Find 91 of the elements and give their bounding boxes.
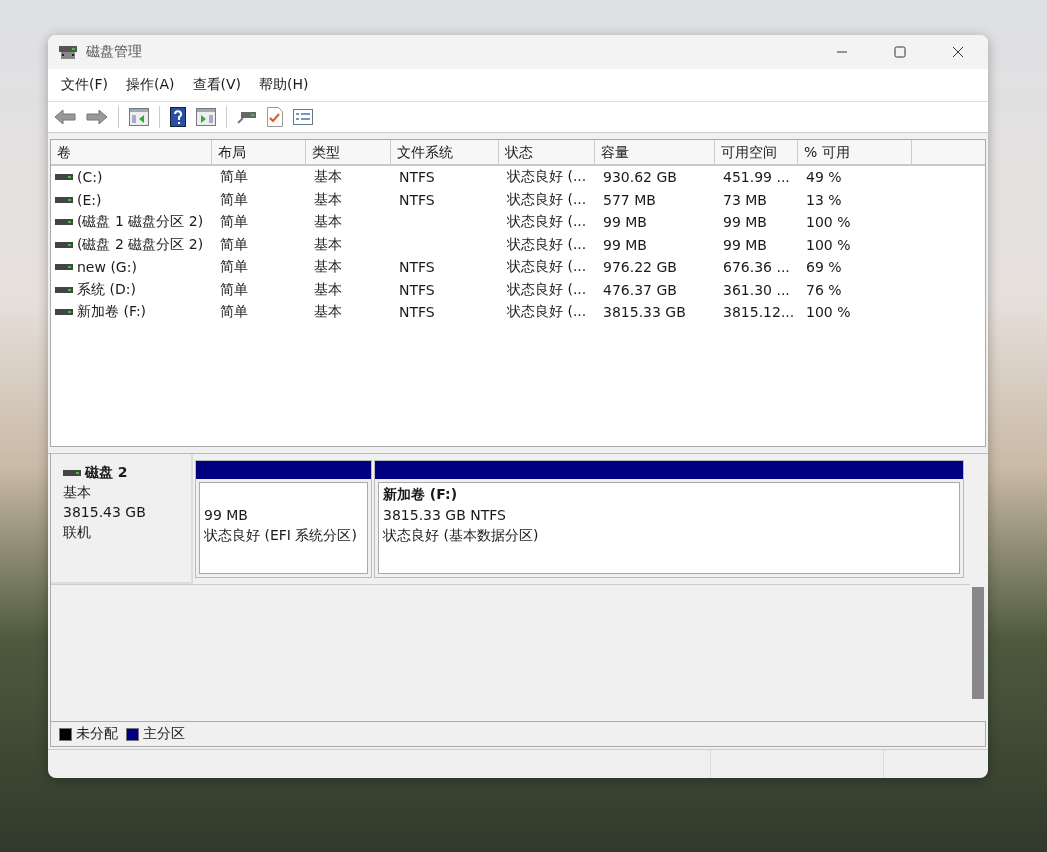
table-cell: 76 % [806, 281, 842, 298]
table-cell: new (G:) [77, 259, 137, 276]
panel-icon[interactable] [196, 108, 216, 126]
table-cell: 100 % [806, 304, 851, 321]
table-cell: 简单 [220, 280, 248, 299]
partition-size: 3815.33 GB NTFS [383, 506, 507, 525]
table-cell: 基本 [314, 190, 342, 209]
table-cell: (C:) [77, 169, 103, 186]
menu-item[interactable]: 文件(F) [52, 76, 117, 94]
close-icon[interactable] [952, 46, 964, 58]
legend-label: 未分配 [76, 725, 118, 743]
legend-label: 主分区 [143, 725, 185, 743]
disk-drive-icon [58, 44, 78, 60]
drive-icon [55, 264, 73, 271]
table-cell: 476.37 GB [603, 281, 677, 298]
menu-item[interactable]: 操作(A) [117, 76, 184, 94]
table-cell: 基本 [314, 235, 342, 254]
disk-name: 磁盘 2 [85, 464, 128, 482]
partition-block[interactable]: 新加卷 (F:) 3815.33 GB NTFS 状态良好 (基本数据分区) [378, 482, 960, 574]
table-cell: 简单 [220, 190, 248, 209]
help-icon[interactable] [170, 107, 186, 127]
table-cell: 简单 [220, 258, 248, 277]
table-cell: 100 % [806, 214, 851, 231]
table-cell: 13 % [806, 191, 842, 208]
table-cell: 基本 [314, 168, 342, 187]
table-cell: 新加卷 (F:) [77, 303, 147, 322]
table-cell: 99 MB [723, 214, 767, 231]
table-cell: NTFS [399, 259, 435, 276]
menu-item[interactable]: 查看(V) [183, 76, 250, 94]
partition-status: 状态良好 (基本数据分区) [383, 526, 540, 545]
menu-item[interactable]: 帮助(H) [250, 76, 318, 94]
partition-name: 新加卷 (F:) [383, 486, 458, 504]
table-cell: 3815.12... [723, 304, 795, 321]
table-cell: (磁盘 2 磁盘分区 2) [77, 235, 204, 254]
table-cell: NTFS [399, 281, 435, 298]
table-cell: 69 % [806, 259, 842, 276]
table-cell: 基本 [314, 303, 342, 322]
table-cell: 99 MB [603, 236, 647, 253]
table-cell: 676.36 ... [723, 259, 790, 276]
partition-block[interactable]: 99 MB 状态良好 (EFI 系统分区) [199, 482, 368, 574]
table-cell: 3815.33 GB [603, 304, 686, 321]
table-cell: 状态良好 (... [507, 303, 587, 322]
forward-arrow-icon[interactable] [86, 109, 108, 125]
drive-icon [63, 470, 81, 476]
table-cell: NTFS [399, 191, 435, 208]
table-cell: (磁盘 1 磁盘分区 2) [77, 213, 204, 232]
table-cell: 系统 (D:) [77, 280, 136, 299]
disk-detail: 联机 [63, 523, 92, 542]
table-cell: 状态良好 (... [507, 213, 587, 232]
table-cell: 73 MB [723, 191, 767, 208]
table-cell: 基本 [314, 280, 342, 299]
back-arrow-icon[interactable] [54, 109, 76, 125]
panel-icon[interactable] [129, 108, 149, 126]
drive-icon [55, 286, 73, 293]
drive-icon [55, 309, 73, 316]
partition-size: 99 MB [204, 506, 249, 525]
table-cell: 976.22 GB [603, 259, 677, 276]
table-cell: 简单 [220, 303, 248, 322]
checklist-icon[interactable] [293, 109, 313, 125]
table-cell: 简单 [220, 168, 248, 187]
table-cell: 577 MB [603, 191, 656, 208]
table-cell: 99 MB [723, 236, 767, 253]
drive-icon [55, 241, 73, 248]
table-cell: 简单 [220, 213, 248, 232]
window-title: 磁盘管理 [86, 43, 142, 61]
drive-connect-icon[interactable] [237, 109, 257, 125]
drive-icon [55, 219, 73, 226]
table-cell: 361.30 ... [723, 281, 790, 298]
table-cell: 930.62 GB [603, 169, 677, 186]
maximize-icon[interactable] [894, 46, 906, 58]
table-cell: 451.99 ... [723, 169, 790, 186]
table-cell: 状态良好 (... [507, 280, 587, 299]
drive-icon [55, 174, 73, 181]
table-cell: 状态良好 (... [507, 258, 587, 277]
table-cell: (E:) [77, 191, 102, 208]
table-cell: 状态良好 (... [507, 235, 587, 254]
table-cell: NTFS [399, 169, 435, 186]
table-cell: 简单 [220, 235, 248, 254]
checked-document-icon[interactable] [267, 107, 283, 127]
table-cell: 状态良好 (... [507, 190, 587, 209]
table-cell: 基本 [314, 258, 342, 277]
table-cell: 状态良好 (... [507, 168, 587, 187]
partition-status: 状态良好 (EFI 系统分区) [204, 526, 358, 545]
table-cell: 100 % [806, 236, 851, 253]
table-cell: NTFS [399, 304, 435, 321]
table-cell: 99 MB [603, 214, 647, 231]
table-cell: 基本 [314, 213, 342, 232]
disk-detail: 3815.43 GB [63, 503, 147, 522]
table-cell: 49 % [806, 169, 842, 186]
disk-detail: 基本 [63, 483, 92, 502]
drive-icon [55, 196, 73, 203]
